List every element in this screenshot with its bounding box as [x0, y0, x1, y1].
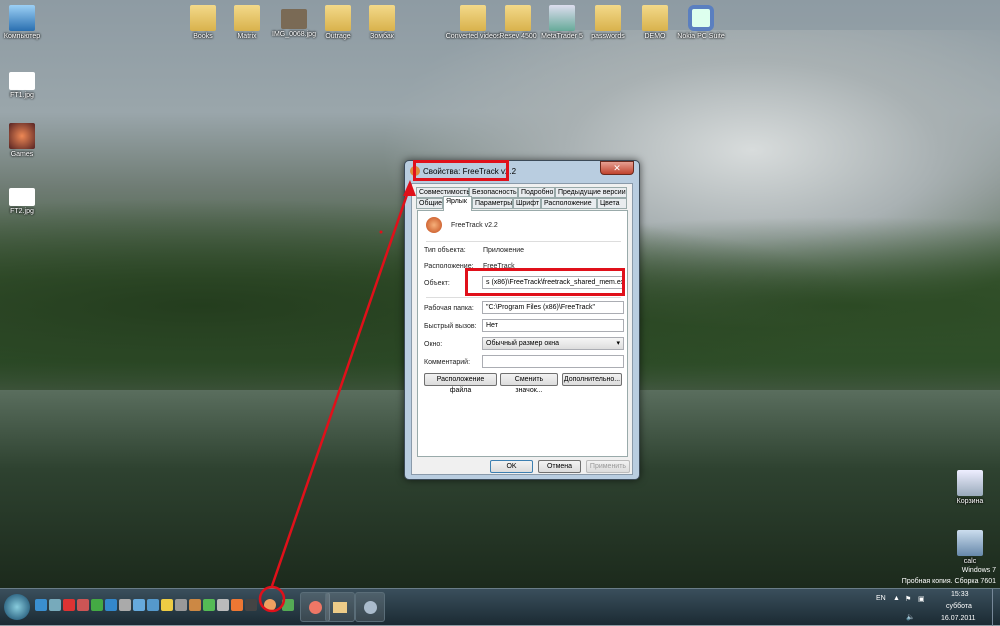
clock-time[interactable]: 15:33 — [951, 591, 969, 598]
annotation-arrow — [270, 180, 416, 587]
app-icon — [363, 601, 377, 614]
app-icon[interactable] — [189, 599, 201, 611]
action-center-flag-icon[interactable]: ⚑ — [905, 595, 911, 603]
arrowhead-icon — [403, 180, 416, 196]
tab-shortcut[interactable]: Ярлык — [443, 196, 472, 211]
app-icon[interactable] — [217, 599, 229, 611]
taskbar-button-explorer[interactable] — [325, 592, 355, 622]
network-icon[interactable]: ▣ — [918, 595, 925, 603]
app-icon[interactable] — [231, 599, 243, 611]
app-icon[interactable] — [147, 599, 159, 611]
firefox-icon — [308, 601, 322, 614]
app-icon[interactable] — [133, 599, 145, 611]
volume-icon[interactable]: 🔈 — [906, 613, 915, 621]
app-icon[interactable] — [119, 599, 131, 611]
clock-day[interactable]: суббота — [946, 603, 972, 610]
taskbar: EN ▲ ⚑ ▣ 🔈 15:33 суббота 16.07.2011 — [0, 585, 1000, 626]
explorer-icon[interactable] — [49, 599, 61, 611]
app-icon[interactable] — [161, 599, 173, 611]
annotation-dot — [379, 230, 383, 234]
ie-icon[interactable] — [35, 599, 47, 611]
language-indicator[interactable]: EN — [876, 595, 886, 602]
app-icon[interactable] — [175, 599, 187, 611]
taskbar-button-app[interactable] — [355, 592, 385, 622]
app-icon[interactable] — [203, 599, 215, 611]
start-button[interactable] — [4, 594, 30, 620]
show-desktop-button[interactable] — [992, 589, 1000, 626]
annotation-circle — [258, 585, 286, 613]
app-icon[interactable] — [63, 599, 75, 611]
app-icon[interactable] — [91, 599, 103, 611]
folder-icon — [333, 602, 347, 613]
show-hidden-icons[interactable]: ▲ — [893, 595, 900, 602]
clock-date[interactable]: 16.07.2011 — [941, 615, 976, 622]
app-icon[interactable] — [77, 599, 89, 611]
app-icon[interactable] — [245, 599, 257, 611]
annotation-line — [270, 185, 412, 587]
app-icon[interactable] — [105, 599, 117, 611]
